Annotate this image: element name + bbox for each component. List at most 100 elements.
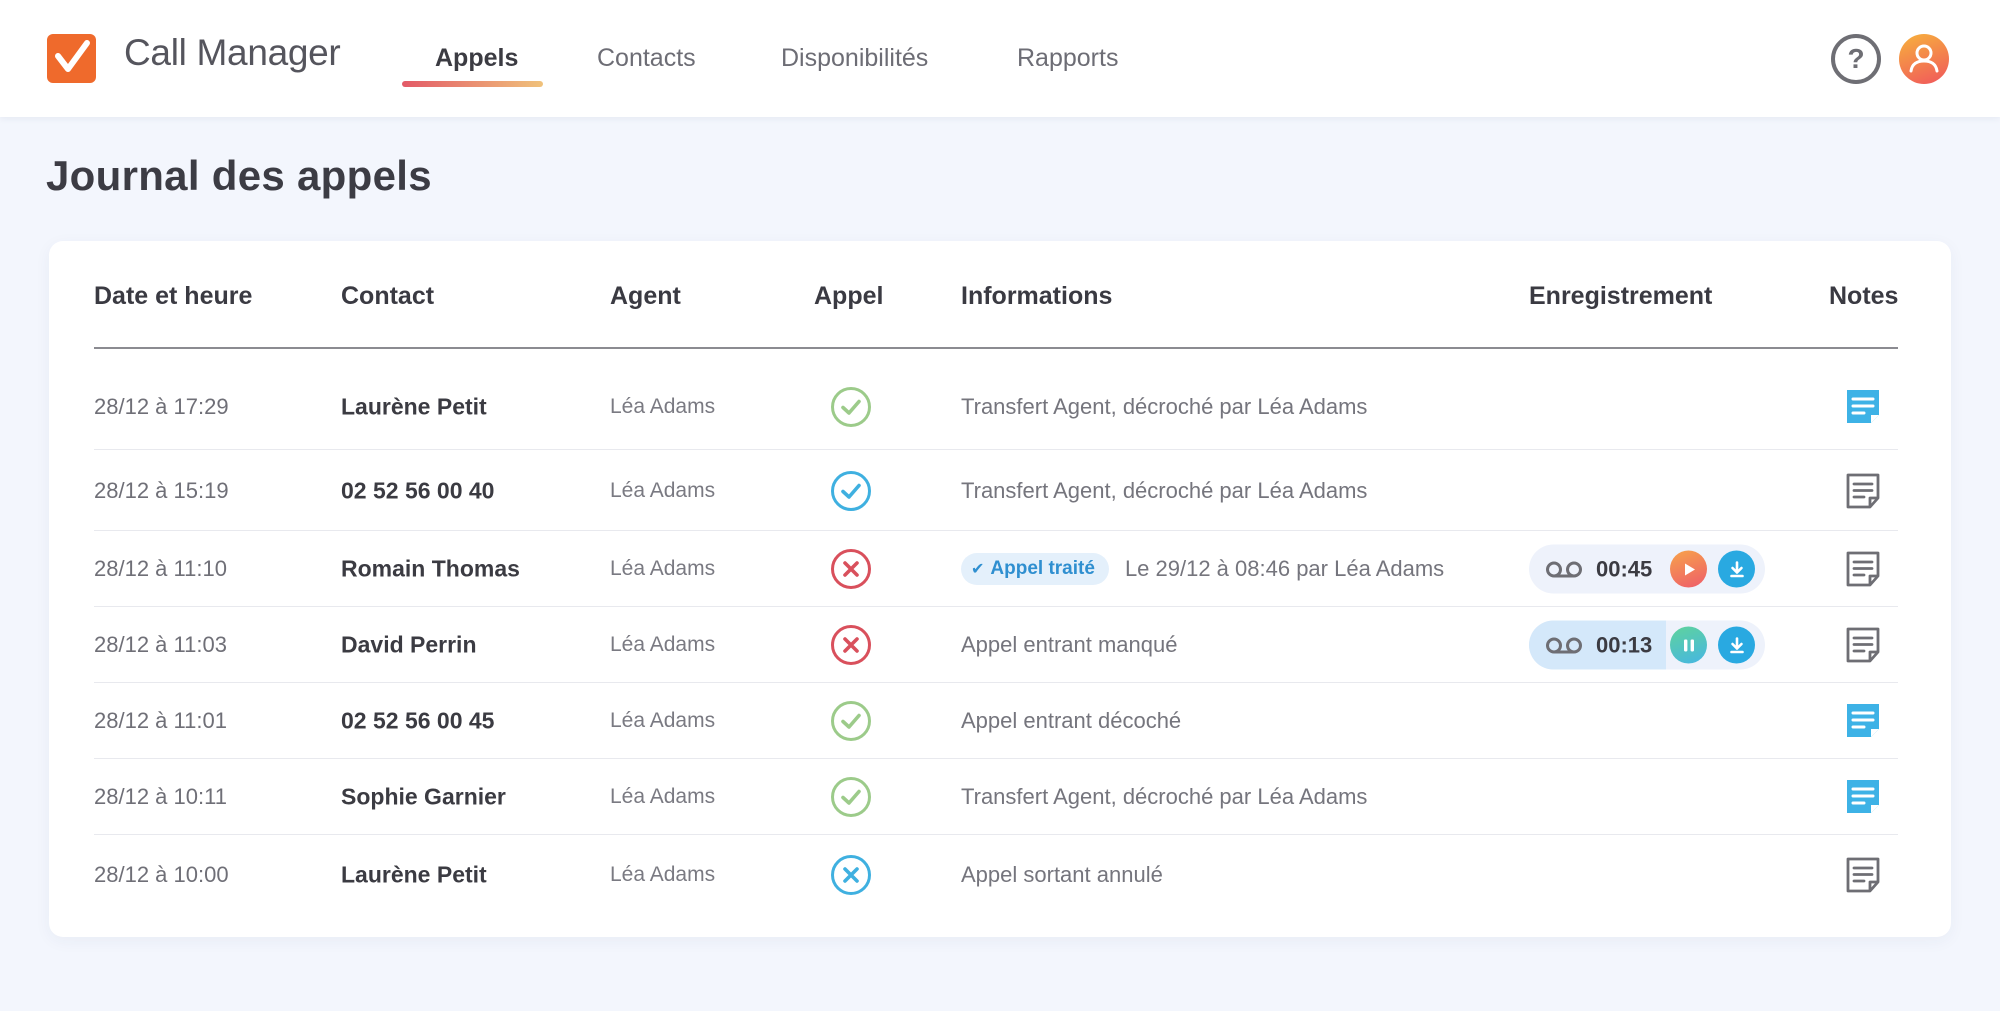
call-date: 28/12 à 11:03 [94, 632, 227, 657]
table-row[interactable]: 28/12 à 10:00 Laurène Petit Léa Adams Ap… [94, 835, 1898, 915]
recording-pill: 00:45 [1529, 544, 1765, 594]
app-logo[interactable] [47, 34, 96, 83]
status-badge: ✔ Appel traité [961, 553, 1109, 585]
column-header-contact: Contact [341, 282, 435, 310]
agent-name: Léa Adams [610, 557, 716, 580]
user-icon [1909, 44, 1939, 73]
agent-name: Léa Adams [610, 863, 716, 886]
column-header-call: Appel [814, 282, 884, 310]
column-header-notes: Notes [1829, 282, 1899, 310]
agent-name: Léa Adams [610, 785, 716, 808]
contact-name[interactable]: Laurène Petit [341, 394, 487, 421]
active-tab-indicator [402, 81, 543, 87]
help-label: ? [1847, 43, 1865, 74]
x-circle-icon [831, 625, 871, 665]
notes-button[interactable] [1842, 854, 1884, 896]
call-date: 28/12 à 15:19 [94, 477, 229, 503]
table-row[interactable]: 28/12 à 11:10 Romain Thomas Léa Adams ✔ A… [94, 531, 1898, 607]
call-info: Appel entrant manqué [961, 632, 1178, 658]
column-header-agent: Agent [610, 282, 681, 310]
x-circle-icon [831, 549, 871, 589]
play-button[interactable] [1670, 550, 1707, 588]
notes-button[interactable] [1842, 624, 1884, 666]
recording-player: 00:13 [1529, 620, 1765, 670]
contact-name[interactable]: 02 52 56 00 40 [341, 477, 494, 504]
call-status [830, 776, 872, 818]
notes-button[interactable] [1842, 386, 1884, 428]
info-text: Transfert Agent, décroché par Léa Adams [961, 394, 1368, 419]
contact-name[interactable]: David Perrin [341, 632, 477, 659]
note-icon [1847, 780, 1879, 813]
tab-disponibilites[interactable]: Disponibilités [781, 44, 928, 73]
pause-icon [1683, 639, 1694, 651]
contact-name[interactable]: Romain Thomas [341, 556, 520, 583]
call-date: 28/12 à 10:00 [94, 862, 229, 887]
x-circle-icon [831, 855, 871, 895]
agent-name: Léa Adams [610, 633, 716, 656]
call-info: Appel sortant annulé [961, 862, 1163, 888]
call-info: Transfert Agent, décroché par Léa Adams [961, 478, 1367, 504]
recording-duration: 00:45 [1596, 556, 1653, 582]
table-row[interactable]: 28/12 à 11:03 David Perrin Léa Adams App… [94, 607, 1898, 683]
page-title: Journal des appels [46, 152, 432, 199]
help-circle-icon[interactable]: ? [1831, 34, 1881, 84]
header-divider [94, 347, 1898, 349]
agent-name: Léa Adams [610, 395, 716, 418]
column-header-recording: Enregistrement [1529, 282, 1713, 310]
top-bar: Call Manager Appels Contacts Disponibili… [0, 0, 2000, 117]
table-row[interactable]: 28/12 à 15:19 02 52 56 00 40 Léa Adams T… [94, 450, 1898, 531]
note-empty-icon [1846, 857, 1880, 893]
download-button[interactable] [1718, 626, 1755, 664]
note-icon [1847, 704, 1879, 737]
call-status [830, 470, 872, 512]
call-status [830, 854, 872, 896]
check-circle-icon [831, 387, 871, 427]
check-circle-icon [831, 470, 871, 511]
call-date: 28/12 à 17:29 [94, 394, 229, 419]
call-info: Appel entrant décoché [961, 708, 1181, 734]
check-circle-icon [831, 701, 871, 741]
notes-button[interactable] [1842, 700, 1884, 742]
check-circle-icon [831, 777, 871, 817]
contact-name[interactable]: Sophie Garnier [341, 784, 506, 811]
voicemail-icon [1546, 637, 1582, 654]
table-row[interactable]: 28/12 à 11:01 02 52 56 00 45 Léa Adams A… [94, 683, 1898, 759]
call-status [830, 700, 872, 742]
table-row[interactable]: 28/12 à 10:11 Sophie Garnier Léa Adams T… [94, 759, 1898, 835]
avatar[interactable] [1899, 34, 1949, 84]
call-info: Transfert Agent, décroché par Léa Adams [961, 394, 1367, 420]
info-text: Transfert Agent, décroché par Léa Adams [961, 784, 1368, 809]
call-status [830, 386, 872, 428]
call-status [830, 624, 872, 666]
download-icon [1729, 636, 1744, 653]
agent-name: Léa Adams [610, 709, 716, 732]
tab-rapports[interactable]: Rapports [1017, 44, 1118, 73]
play-icon [1684, 563, 1695, 575]
notes-button[interactable] [1842, 776, 1884, 818]
download-button[interactable] [1718, 550, 1755, 588]
checkmark-icon [55, 40, 90, 72]
tab-contacts[interactable]: Contacts [597, 44, 696, 73]
table-row[interactable]: 28/12 à 17:29 Laurène Petit Léa Adams Tr… [94, 364, 1898, 450]
notes-button[interactable] [1842, 548, 1884, 590]
recording-pill: 00:13 [1529, 620, 1765, 670]
pause-button[interactable] [1670, 626, 1707, 664]
info-text: Appel entrant décoché [961, 708, 1182, 733]
contact-name[interactable]: Laurène Petit [341, 862, 487, 889]
agent-name: Léa Adams [610, 478, 716, 502]
note-empty-icon [1846, 551, 1880, 587]
notes-button[interactable] [1842, 470, 1884, 512]
recording-player: 00:45 [1529, 544, 1765, 594]
info-text: Appel sortant annulé [961, 862, 1163, 887]
download-icon [1729, 560, 1744, 577]
badge-label: Appel traité [990, 558, 1095, 579]
call-date: 28/12 à 11:10 [94, 556, 227, 581]
info-text: Transfert Agent, décroché par Léa Adams [961, 477, 1368, 503]
contact-name[interactable]: 02 52 56 00 45 [341, 708, 494, 735]
tab-appels[interactable]: Appels [435, 44, 518, 73]
check-icon: ✔ [971, 561, 985, 578]
note-icon [1847, 390, 1879, 423]
info-text: Appel entrant manqué [961, 632, 1178, 657]
info-text: Le 29/12 à 08:46 par Léa Adams [1124, 556, 1445, 581]
note-empty-icon [1846, 473, 1880, 508]
